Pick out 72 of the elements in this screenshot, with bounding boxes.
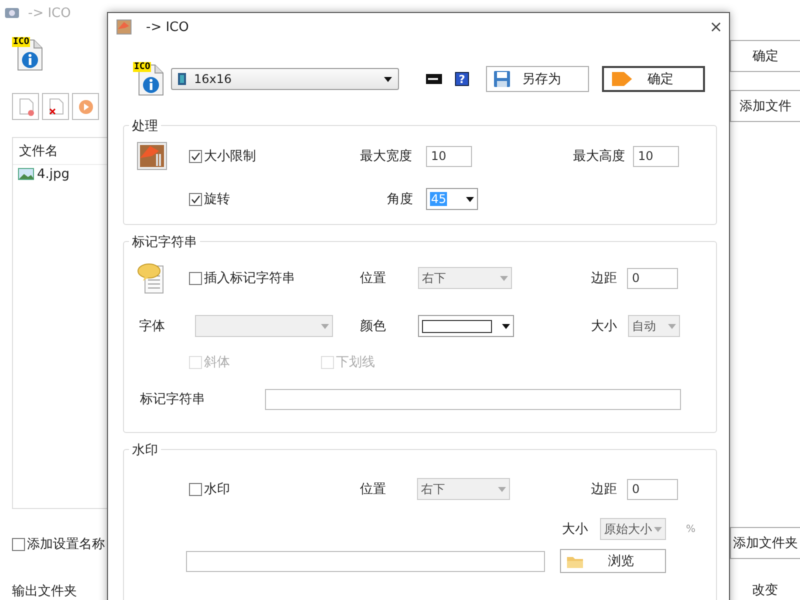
save-as-button[interactable]: 另存为 (486, 66, 589, 92)
floppy-icon (493, 70, 511, 88)
close-icon (711, 22, 721, 32)
toolbar-button[interactable] (42, 93, 69, 120)
checkbox-label: 水印 (204, 481, 230, 498)
field-label: 标记字符串 (140, 391, 206, 408)
help-button[interactable]: ? (455, 72, 469, 86)
caret-icon (668, 324, 676, 328)
film-icon (178, 73, 186, 85)
image-path-field[interactable] (186, 550, 545, 572)
image-edit-icon (137, 142, 167, 170)
output-folder-label: 输出文件夹 (12, 583, 78, 600)
console-icon (426, 74, 442, 84)
group-title: 水印 (129, 441, 161, 459)
field-label: 最大高度 (573, 148, 626, 165)
field-label: 最大宽度 (360, 148, 413, 165)
column-header[interactable]: 文件名 (19, 142, 58, 160)
side-button[interactable]: 添加文件 (730, 90, 800, 122)
group-title: 标记字符串 (129, 233, 200, 251)
side-button[interactable]: 确定 (730, 40, 800, 72)
folder-icon (567, 554, 583, 568)
field-label: 角度 (387, 191, 414, 208)
checkbox[interactable] (189, 272, 202, 284)
field-label: 位置 (360, 481, 387, 498)
input-field[interactable]: 0 (627, 478, 678, 500)
checkbox[interactable] (189, 150, 202, 162)
image-icon (18, 168, 34, 180)
input-field[interactable]: 10 (633, 146, 679, 166)
checkbox-label: 旋转 (204, 191, 230, 208)
field-label: 字体 (139, 318, 166, 335)
input-field[interactable]: 0 (627, 268, 678, 288)
checkbox-label: 添加设置名称 (27, 536, 105, 553)
unit-label: % (686, 524, 697, 534)
caret-icon (384, 76, 392, 82)
arrow-icon (610, 69, 634, 89)
paint-icon (116, 19, 132, 35)
field-label: 大小 (562, 521, 589, 538)
checkbox[interactable] (189, 192, 202, 206)
checkbox-label: 大小限制 (204, 148, 256, 165)
caret-icon (502, 324, 510, 328)
checkbox[interactable] (12, 538, 25, 550)
checkbox-label: 斜体 (204, 354, 230, 371)
check-icon (190, 150, 201, 162)
browse-button[interactable]: 浏览 (560, 549, 666, 573)
checkbox-label: 插入标记字符串 (204, 270, 295, 287)
marker-text-field[interactable] (265, 388, 681, 410)
field-label: 边距 (591, 481, 618, 498)
field-label: 大小 (591, 318, 618, 335)
icon-badge: ICO (12, 37, 30, 47)
icon-badge: ICO (133, 62, 152, 72)
toolbar-button[interactable] (12, 93, 39, 120)
caret-icon (500, 276, 508, 280)
field-label: 位置 (360, 270, 387, 287)
checkbox[interactable] (189, 482, 202, 496)
ok-button[interactable]: 确定 (602, 66, 705, 92)
caret-icon (498, 486, 506, 492)
field-label: 边距 (591, 270, 618, 287)
color-dropdown[interactable] (418, 315, 514, 337)
side-button[interactable]: 添加文件夹 (730, 527, 800, 559)
color-swatch (422, 320, 492, 332)
caret-icon (466, 196, 474, 202)
app-icon (4, 6, 20, 20)
dialog-title: -> ICO (146, 20, 189, 34)
caret-icon (654, 526, 662, 532)
checkbox-label: 下划线 (336, 354, 375, 371)
field-label: 颜色 (360, 318, 387, 335)
caret-icon (321, 324, 329, 328)
input-field[interactable]: 10 (426, 146, 472, 166)
file-row[interactable]: 4.jpg (13, 165, 70, 183)
check-icon (190, 194, 201, 204)
size-dropdown[interactable]: 16x16 (171, 68, 399, 90)
window-title: -> ICO (28, 6, 71, 20)
